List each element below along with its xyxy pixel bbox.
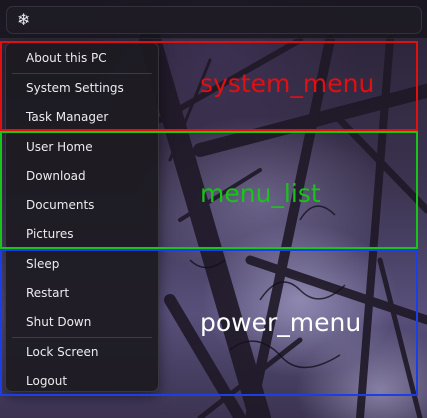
power-menu-region-label: power_menu xyxy=(200,308,362,337)
system-menu-region-label: system_menu xyxy=(200,69,375,98)
menu-list-region-label: menu_list xyxy=(200,179,321,208)
top-bar: ❄ xyxy=(0,0,427,39)
desktop: ❄ About this PC System Settings Task Man… xyxy=(0,0,427,418)
start-menu-trigger[interactable]: ❄ xyxy=(6,6,422,34)
snowflake-icon[interactable]: ❄ xyxy=(17,10,30,30)
